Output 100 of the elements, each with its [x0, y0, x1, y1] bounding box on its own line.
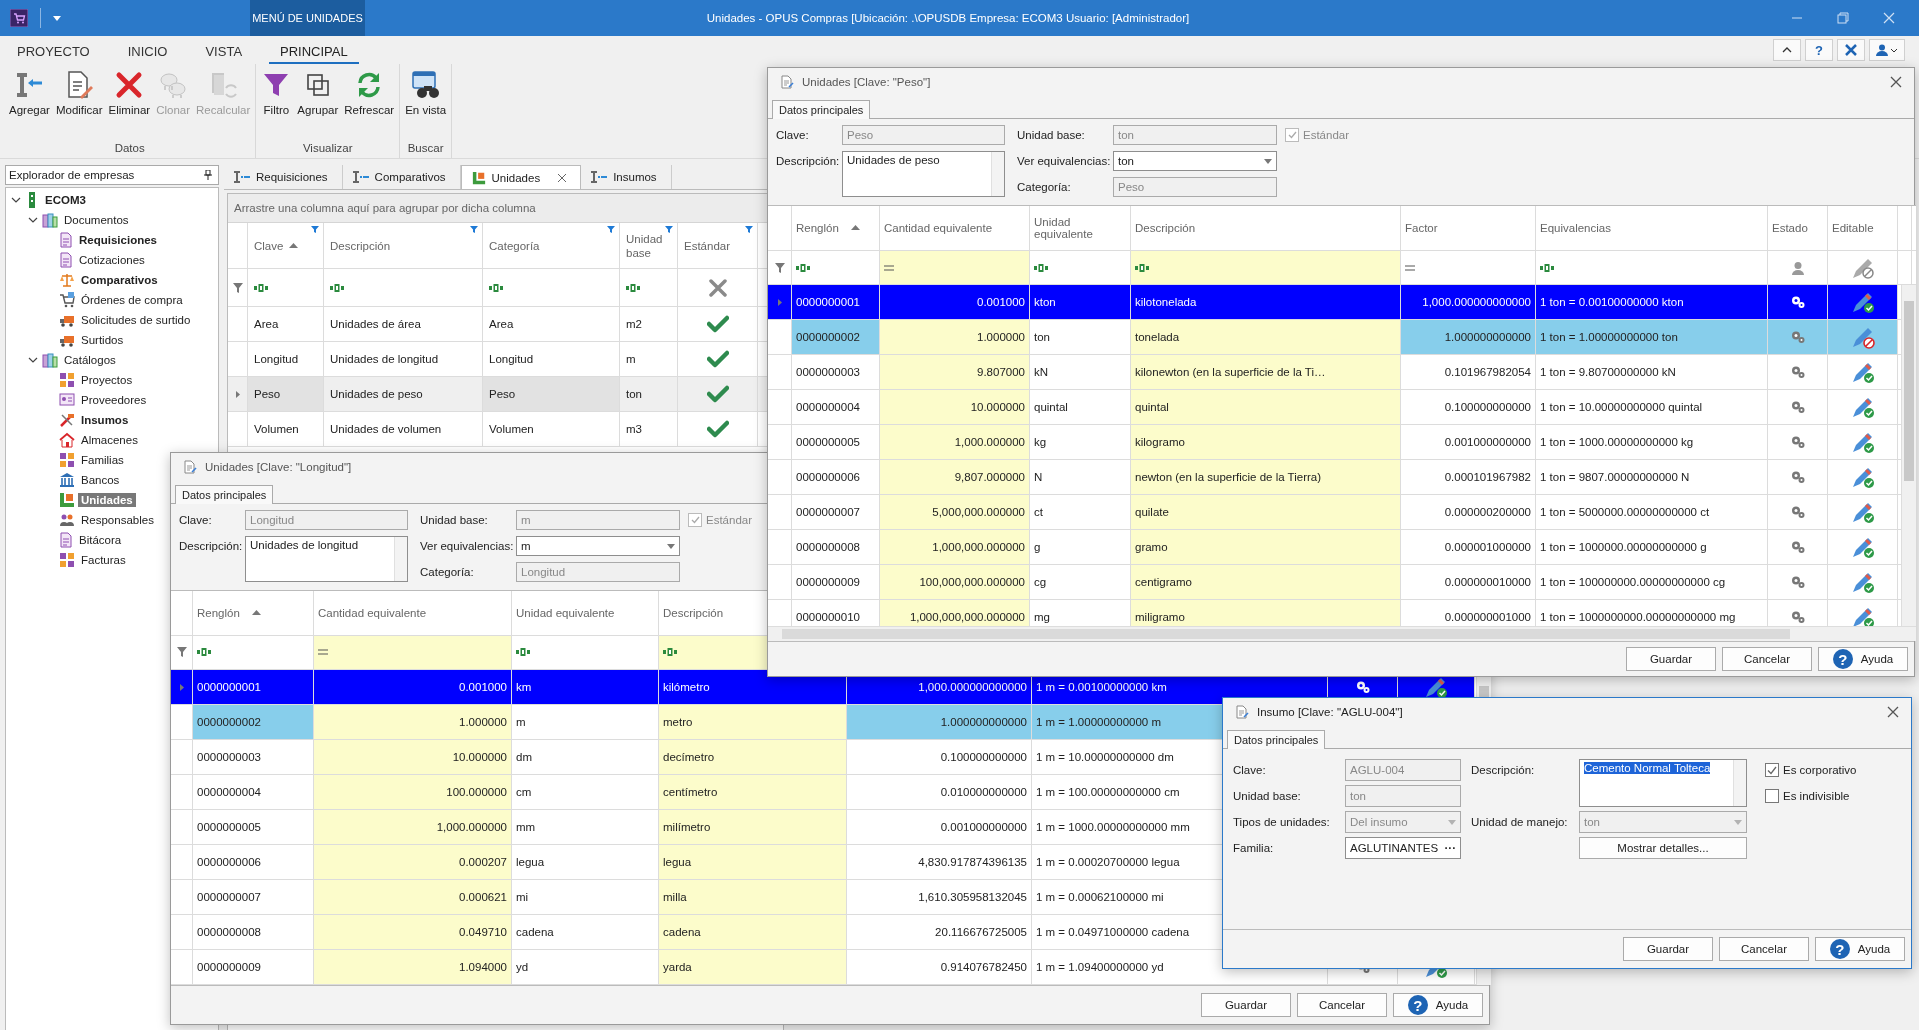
ribbon-button[interactable]: Agregar [7, 68, 52, 124]
text-filter-icon[interactable] [796, 263, 810, 272]
column-header[interactable]: Unidad base [620, 223, 678, 268]
checkbox[interactable] [688, 513, 702, 527]
column-header[interactable]: Estándar [678, 223, 758, 268]
text-filter-icon[interactable] [197, 648, 211, 657]
dropdown-caret-icon[interactable] [53, 15, 61, 21]
tree-item[interactable]: Cotizaciones [76, 253, 148, 267]
pencil-check-icon[interactable] [1850, 395, 1875, 420]
column-header[interactable]: Descripción [1131, 206, 1401, 250]
column-header[interactable]: Cantidad equivalente [314, 591, 512, 635]
equals-filter-icon[interactable] [1405, 264, 1415, 271]
vertical-scrollbar[interactable] [394, 537, 407, 581]
ribbon-button[interactable]: Eliminar [106, 68, 153, 124]
dropdown-caret-icon[interactable] [667, 543, 675, 549]
text-filter-icon[interactable] [1135, 263, 1149, 272]
column-filter-icon[interactable] [665, 226, 673, 233]
dialog-button[interactable]: Guardar [1201, 993, 1291, 1017]
column-header[interactable]: Unidad equivalente [512, 591, 659, 635]
column-header[interactable]: Renglón [193, 591, 314, 635]
vertical-scrollbar[interactable] [1901, 285, 1916, 627]
close-icon[interactable] [1890, 76, 1902, 88]
pencil-check-icon[interactable] [1850, 290, 1875, 315]
equals-filter-icon[interactable] [884, 264, 894, 271]
clear-filter-icon[interactable] [708, 278, 727, 297]
lookup-field[interactable]: AGLUTINANTES ··· [1345, 837, 1461, 859]
tree-item[interactable]: Familias [78, 453, 127, 467]
pencil-check-icon[interactable] [1850, 360, 1875, 385]
pencil-check-icon[interactable] [1850, 430, 1875, 455]
column-header[interactable]: Equivalencias [1536, 206, 1768, 250]
dialog-button[interactable]: Cancelar [1297, 993, 1387, 1017]
column-header[interactable]: Estado [1768, 206, 1828, 250]
checkbox[interactable] [1765, 763, 1779, 777]
column-filter-icon[interactable] [470, 226, 478, 233]
pencil-check-icon[interactable] [1850, 465, 1875, 490]
cross-tools-icon[interactable] [1844, 43, 1858, 57]
tree-item[interactable]: Proyectos [78, 373, 136, 387]
expand-chevron-icon[interactable] [27, 215, 39, 225]
text-filter-icon[interactable] [1034, 263, 1048, 272]
column-filter-icon[interactable] [745, 226, 753, 233]
column-header[interactable]: Editable [1828, 206, 1898, 250]
dropdown[interactable]: m [516, 536, 680, 556]
document-tab[interactable]: Comparativos [342, 165, 461, 189]
show-details-button[interactable]: Mostrar detalles... [1579, 837, 1747, 859]
pencil-blocked-icon[interactable] [1850, 325, 1875, 350]
tree-item[interactable]: Facturas [78, 553, 129, 567]
ribbon-button[interactable]: Agrupar [295, 68, 341, 124]
person-icon[interactable] [1790, 260, 1805, 275]
text-area[interactable]: Unidades de peso [842, 151, 1005, 197]
column-filter-icon[interactable] [311, 226, 319, 233]
document-tab[interactable]: Unidades [460, 165, 582, 189]
ribbon-tab[interactable]: PRINCIPAL [269, 41, 359, 64]
document-tab[interactable]: Insumos [581, 165, 672, 189]
checkbox[interactable] [1765, 789, 1779, 803]
ribbon-button[interactable]: Filtro [259, 68, 294, 124]
tools-button[interactable] [1837, 39, 1865, 61]
tab[interactable]: Datos principales [1227, 730, 1326, 749]
tree-item[interactable]: Órdenes de compra [78, 293, 186, 307]
restore-icon[interactable] [1837, 12, 1849, 24]
tree-item[interactable]: Proveedores [78, 393, 150, 407]
tab[interactable]: Datos principales [772, 100, 871, 119]
expand-chevron-icon[interactable] [10, 195, 22, 205]
ribbon-tab[interactable]: INICIO [116, 41, 179, 64]
text-filter-icon[interactable] [516, 648, 530, 657]
ribbon-tab[interactable]: VISTA [194, 41, 254, 64]
dropdown[interactable]: ton [1113, 151, 1277, 171]
dialog-button[interactable]: Guardar [1623, 937, 1713, 961]
text-filter-icon[interactable] [1540, 263, 1554, 272]
tab[interactable]: Datos principales [175, 485, 274, 504]
column-header[interactable]: Cantidad equivalente [880, 206, 1030, 250]
user-menu-button[interactable] [1869, 39, 1905, 61]
help-button[interactable]: ? Ayuda [1815, 937, 1905, 961]
pencil-check-icon[interactable] [1850, 535, 1875, 560]
column-header[interactable]: Clave [248, 223, 324, 268]
horizontal-scrollbar[interactable] [768, 626, 1916, 641]
ribbon-button[interactable]: Modificar [53, 68, 105, 124]
dialog-button[interactable]: Cancelar [1722, 647, 1812, 671]
column-header[interactable]: Categoría [483, 223, 620, 268]
tree-item[interactable]: Requisiciones [76, 233, 160, 247]
text-filter-icon[interactable] [330, 283, 344, 292]
text-filter-icon[interactable] [663, 648, 677, 657]
help-button[interactable]: ? [1805, 39, 1833, 61]
expand-chevron-icon[interactable] [27, 355, 39, 365]
dropdown-caret-icon[interactable] [1264, 158, 1272, 164]
vertical-scrollbar[interactable] [991, 152, 1004, 196]
text-area[interactable]: Unidades de longitud [245, 536, 408, 582]
tree-item[interactable]: Bancos [78, 473, 123, 487]
tree-item[interactable]: Unidades [78, 493, 136, 507]
tree-item[interactable]: Almacenes [78, 433, 141, 447]
tree-item[interactable]: Surtidos [78, 333, 127, 347]
close-icon[interactable] [1887, 706, 1899, 718]
column-filter-icon[interactable] [607, 226, 615, 233]
user-icon[interactable] [1876, 44, 1898, 56]
dialog-button[interactable]: Guardar [1626, 647, 1716, 671]
tree-item[interactable]: Insumos [78, 413, 132, 427]
text-area[interactable]: Cemento Normal Tolteca [1579, 759, 1747, 807]
ribbon-tab[interactable]: PROYECTO [6, 41, 101, 64]
document-tab[interactable]: Requisiciones [224, 165, 343, 189]
browse-button[interactable]: ··· [1444, 842, 1456, 854]
tree-item[interactable]: ECOM3 [42, 193, 89, 207]
